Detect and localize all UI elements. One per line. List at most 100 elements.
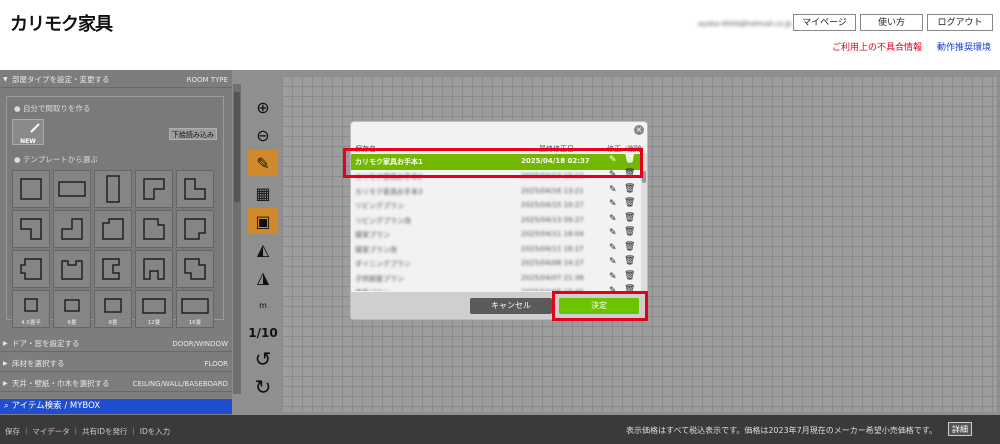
close-icon[interactable]: × — [634, 125, 644, 135]
trash-icon[interactable]: 🗑 — [624, 213, 635, 223]
template-l-shape-2[interactable] — [176, 170, 214, 208]
template-notch-2[interactable] — [135, 210, 173, 248]
template-wide[interactable] — [53, 170, 91, 208]
list-item[interactable]: リビングプラン改 2025/04/13 09:27 ✎ 🗑 — [351, 213, 641, 227]
template-notch[interactable] — [94, 210, 132, 248]
scrollbar-thumb[interactable] — [642, 171, 646, 183]
template-notch-3[interactable] — [176, 210, 214, 248]
wall-tool-icon[interactable]: ▦ — [248, 180, 278, 206]
template-l-shape-3[interactable] — [12, 210, 50, 248]
detail-button[interactable]: 詳細 — [948, 422, 972, 436]
zoom-out-icon[interactable]: ⊖ — [248, 122, 278, 148]
footer-links[interactable]: 保存 ｜ マイデータ ｜ 共有IDを発行 ｜ IDを入力 — [5, 426, 170, 437]
list-item[interactable]: カリモク家具お手本3 2025/04/16 13:21 ✎ 🗑 — [351, 184, 641, 198]
trash-icon[interactable]: 🗑 — [624, 184, 635, 194]
pencil-icon[interactable]: ✎ — [609, 214, 617, 224]
template-size-45[interactable]: 4.5畳半 — [12, 290, 50, 328]
template-size-12[interactable]: 12畳 — [135, 290, 173, 328]
template-size-16[interactable]: 16畳 — [176, 290, 214, 328]
download-sketch-button[interactable]: 下絵読み込み — [169, 128, 217, 140]
zoom-in-icon[interactable]: ⊕ — [248, 94, 278, 120]
pencil-icon[interactable]: ✎ — [609, 155, 617, 165]
section-room-en: ROOM TYPE — [186, 76, 228, 84]
list-item[interactable]: カリモク家具お手本2 2025/04/17 15:12 ✎ 🗑 — [351, 169, 641, 183]
issues-link[interactable]: ご利用上の不具合情報 — [832, 40, 922, 53]
template-c-shape[interactable] — [94, 250, 132, 288]
plan-date: 2025/04/11 18:04 — [521, 230, 584, 238]
trash-icon[interactable]: 🗑 — [624, 227, 635, 237]
scale-fraction-icon[interactable]: 1/10 — [248, 320, 278, 346]
left-scrollbar[interactable] — [233, 84, 241, 394]
trash-icon[interactable]: 🗑 — [624, 256, 635, 266]
list-item[interactable]: 寝室プラン 2025/04/11 18:04 ✎ 🗑 — [351, 227, 641, 241]
pencil-icon[interactable]: ✎ — [609, 243, 617, 253]
plan-name: 寝室プラン改 — [355, 245, 397, 254]
mybox-search[interactable]: ⌕ アイテム検索 / MYBOX — [0, 399, 232, 414]
template-size-8[interactable]: 8畳 — [94, 290, 132, 328]
mypage-button[interactable]: マイページ — [793, 14, 856, 31]
room-tool-icon[interactable]: ▣ — [248, 208, 278, 234]
plan-date: 2025/04/17 15:12 — [521, 172, 584, 180]
trash-icon[interactable]: 🗑 — [624, 169, 635, 179]
tool-palette: ⊕ ⊖ ✎ ▦ ▣ ◭ ◮ m 1/10 ↺ ↻ — [248, 84, 280, 404]
list-item[interactable]: 寝室プラン改 2025/04/11 16:27 ✎ 🗑 — [351, 242, 641, 256]
user-email: ayaka-0000@hotmail.co.jp — [698, 20, 792, 28]
logo[interactable]: カリモク家具 — [10, 10, 113, 36]
logout-button[interactable]: ログアウト — [927, 14, 993, 31]
plan-date: 2025/04/13 09:27 — [521, 215, 584, 224]
ok-button[interactable]: 決定 — [559, 298, 639, 314]
section-room-type[interactable]: ▼ 部屋タイプを設定・変更する ROOM TYPE — [0, 72, 232, 88]
howto-button[interactable]: 使い方 — [860, 14, 923, 31]
rotate-shape-icon[interactable]: ◮ — [248, 264, 278, 290]
pencil-icon[interactable]: ✎ — [609, 228, 617, 238]
environment-link[interactable]: 動作推奨環境 — [937, 40, 991, 53]
trash-icon[interactable]: 🗑 — [624, 242, 635, 252]
list-item[interactable]: 書斎プラン 2025/04/06 19:45 ✎ 🗑 — [351, 285, 641, 291]
template-arch[interactable] — [135, 250, 173, 288]
template-l-shape-4[interactable] — [53, 210, 91, 248]
pencil-icon[interactable]: ✎ — [609, 199, 617, 209]
template-u-shape[interactable] — [53, 250, 91, 288]
list-item[interactable]: 子供部屋プラン 2025/04/07 21:38 ✎ 🗑 — [351, 271, 641, 285]
template-tall[interactable] — [94, 170, 132, 208]
section-door-window[interactable]: ▶ ドア・窓を設定する DOOR/WINDOW — [0, 336, 232, 352]
new-room-button[interactable]: NEW — [12, 119, 44, 145]
pencil-icon[interactable]: ✎ — [609, 286, 617, 291]
section-ceiling-wall[interactable]: ▶ 天井・壁紙・巾木を選択する CEILING/WALL/BASEBOARD — [0, 376, 232, 392]
template-size-6[interactable]: 6畳 — [53, 290, 91, 328]
template-l-shape[interactable] — [135, 170, 173, 208]
size-label: 16畳 — [188, 320, 202, 326]
undo-icon[interactable]: ↺ — [248, 346, 278, 372]
plan-name: カリモク家具お手本1 — [355, 158, 423, 166]
pencil-icon[interactable]: ✎ — [609, 170, 617, 180]
scrollbar-thumb[interactable] — [234, 92, 240, 202]
chevron-right-icon: ▶ — [3, 360, 8, 367]
list-item[interactable]: リビングプラン 2025/04/15 10:27 ✎ 🗑 — [351, 198, 641, 212]
pencil-icon[interactable]: ✎ — [609, 272, 617, 282]
template-step[interactable] — [176, 250, 214, 288]
list-item[interactable]: カリモク家具お手本1 2025/04/18 02:37 ✎ 🗑 — [351, 154, 641, 170]
size-label: 6畳 — [67, 320, 77, 326]
template-cross[interactable] — [12, 250, 50, 288]
trash-icon[interactable]: 🗑 — [624, 154, 635, 164]
trash-icon[interactable]: 🗑 — [624, 198, 635, 208]
list-item[interactable]: ダイニングプラン 2025/04/08 14:27 ✎ 🗑 — [351, 256, 641, 270]
new-label: NEW — [20, 138, 36, 145]
redo-icon[interactable]: ↻ — [248, 374, 278, 400]
flip-horizontal-icon[interactable]: ◭ — [248, 236, 278, 262]
scale-meter-icon[interactable]: m — [248, 292, 278, 318]
dialog-scrollbar[interactable] — [641, 153, 647, 291]
size-label: 8畳 — [108, 320, 118, 326]
trash-icon[interactable]: 🗑 — [624, 285, 635, 291]
section-door-label: ドア・窓を設定する — [12, 339, 80, 348]
section-floor[interactable]: ▶ 床材を選択する FLOOR — [0, 356, 232, 372]
size-label: 4.5畳半 — [21, 320, 41, 326]
pencil-icon[interactable]: ✎ — [248, 150, 278, 176]
cancel-button[interactable]: キャンセル — [470, 298, 552, 314]
template-square[interactable] — [12, 170, 50, 208]
pencil-icon[interactable]: ✎ — [609, 257, 617, 267]
trash-icon[interactable]: 🗑 — [624, 271, 635, 281]
pencil-icon[interactable]: ✎ — [609, 185, 617, 195]
section-floor-en: FLOOR — [204, 360, 228, 368]
chevron-right-icon: ▶ — [3, 340, 8, 347]
